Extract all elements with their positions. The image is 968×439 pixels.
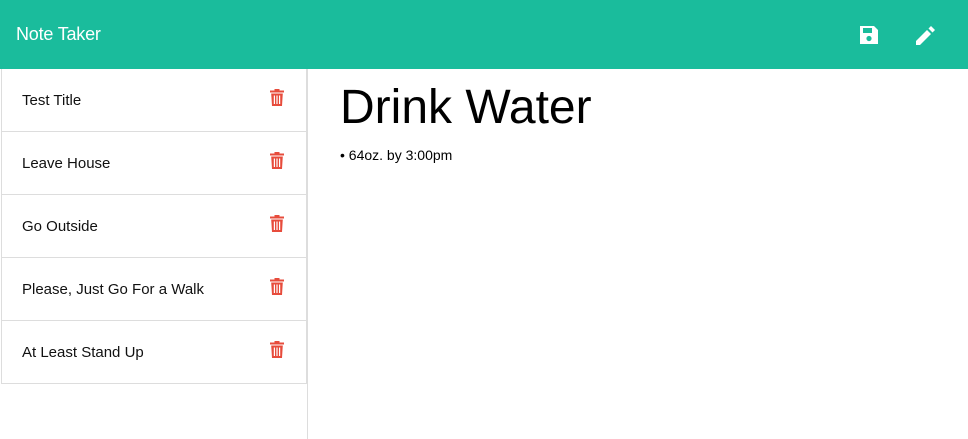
trash-icon[interactable] <box>268 150 286 170</box>
note-title-label: Leave House <box>22 154 111 172</box>
navbar-actions <box>856 22 938 48</box>
note-title-label: Go Outside <box>22 217 98 235</box>
list-item[interactable]: Please, Just Go For a Walk <box>1 258 307 321</box>
list-item[interactable]: Go Outside <box>1 195 307 258</box>
note-title[interactable]: Drink Water <box>340 79 936 137</box>
app-brand[interactable]: Note Taker <box>16 24 101 45</box>
trash-icon[interactable] <box>268 87 286 107</box>
list-item[interactable]: Leave House <box>1 132 307 195</box>
note-title-label: Test Title <box>22 91 82 109</box>
note-body[interactable]: • 64oz. by 3:00pm <box>340 147 936 163</box>
trash-icon[interactable] <box>268 276 286 296</box>
notes-sidebar: Test Title Leave House Go Outside Please… <box>0 69 308 439</box>
save-icon[interactable] <box>856 22 882 48</box>
pencil-icon[interactable] <box>912 22 938 48</box>
notes-list: Test Title Leave House Go Outside Please… <box>1 69 307 384</box>
note-editor: Drink Water • 64oz. by 3:00pm <box>308 69 968 439</box>
trash-icon[interactable] <box>268 339 286 359</box>
list-item[interactable]: Test Title <box>1 69 307 132</box>
note-title-label: Please, Just Go For a Walk <box>22 280 205 298</box>
navbar: Note Taker <box>0 0 968 69</box>
note-title-label: At Least Stand Up <box>22 343 144 361</box>
trash-icon[interactable] <box>268 213 286 233</box>
list-item[interactable]: At Least Stand Up <box>1 321 307 384</box>
